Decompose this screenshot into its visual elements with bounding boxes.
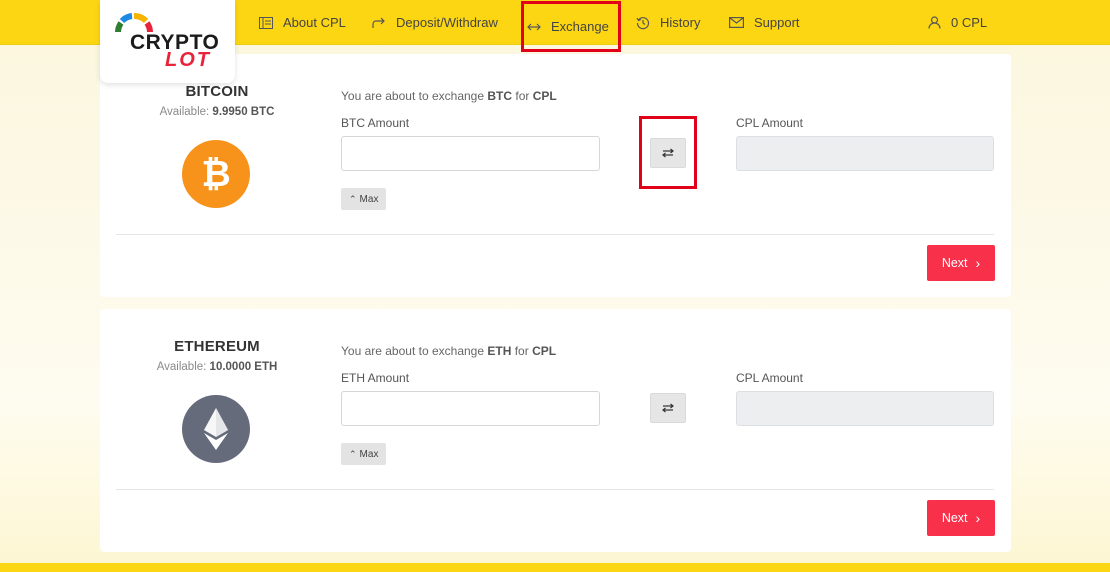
exchange-description: You are about to exchange ETH for CPL [341, 344, 556, 358]
desc-from-code: BTC [487, 89, 513, 103]
card-divider [116, 234, 994, 235]
swap-arrows-icon [662, 148, 674, 158]
logo-text-lot: LOT [165, 49, 211, 71]
desc-prefix: You are about to exchange [341, 89, 485, 103]
desc-from-code: ETH [487, 344, 512, 358]
swap-button[interactable] [650, 138, 686, 168]
max-button[interactable]: ⌃ Max [341, 443, 387, 465]
nav-exchange-label: Exchange [551, 19, 609, 34]
double-chevron-up-icon: ⌃ [349, 193, 357, 204]
svg-text:₿: ₿ [201, 153, 230, 194]
bottom-bar [0, 563, 1110, 572]
desc-mid: for [515, 89, 530, 103]
next-button[interactable]: Next › [927, 500, 995, 536]
exchange-card-eth: ETHEREUM Available: 10.0000 ETH You are … [100, 309, 1011, 552]
available-value: 10.0000 ETH [209, 361, 278, 373]
nav-exchange[interactable]: Exchange [521, 1, 621, 52]
chevron-right-icon: › [975, 510, 981, 526]
redo-arrow-icon [372, 17, 385, 28]
btc-amount-input[interactable] [341, 136, 600, 171]
nav-about-cpl[interactable]: About CPL [259, 0, 346, 45]
available-label: Available: [159, 106, 210, 118]
left-right-arrow-icon [527, 23, 541, 30]
eth-amount-input[interactable] [341, 391, 600, 426]
available-balance: Available: 9.9950 BTC [117, 106, 317, 118]
cpl-amount-input [736, 391, 994, 426]
max-button[interactable]: ⌃ Max [341, 188, 387, 210]
coin-name: BITCOIN [185, 83, 249, 100]
double-chevron-up-icon: ⌃ [349, 448, 357, 459]
desc-prefix: You are about to exchange [341, 344, 485, 358]
nav-history-label: History [660, 15, 701, 30]
swap-arrows-icon [662, 403, 674, 413]
next-button-label: Next [941, 256, 968, 270]
desc-mid: for [514, 344, 529, 358]
envelope-icon [729, 17, 744, 28]
history-icon [636, 16, 650, 29]
available-balance: Available: 10.0000 ETH [117, 361, 317, 373]
nav-support[interactable]: Support [729, 0, 800, 45]
coin-name: ETHEREUM [174, 338, 260, 355]
max-button-label: Max [359, 193, 379, 205]
from-amount-label: ETH Amount [341, 371, 410, 385]
cpl-amount-input [736, 136, 994, 171]
chevron-right-icon: › [975, 255, 981, 271]
nav-deposit-withdraw-label: Deposit/Withdraw [396, 15, 498, 30]
account-balance[interactable]: 0 CPL [928, 0, 987, 45]
nav-about-cpl-label: About CPL [283, 15, 346, 30]
account-balance-label: 0 CPL [951, 15, 988, 30]
nav-deposit-withdraw[interactable]: Deposit/Withdraw [372, 0, 498, 45]
desc-to-code: CPL [532, 89, 557, 103]
max-button-label: Max [359, 448, 379, 460]
user-icon [928, 16, 941, 29]
to-amount-label: CPL Amount [736, 371, 803, 385]
ledger-icon [259, 16, 273, 29]
crypto-lot-logo[interactable]: CRYPTO LOT [100, 0, 235, 83]
swap-button[interactable] [650, 393, 686, 423]
bitcoin-icon: ₿ [182, 140, 250, 208]
from-amount-label: BTC Amount [341, 116, 410, 130]
to-amount-label: CPL Amount [736, 116, 803, 130]
desc-to-code: CPL [532, 344, 557, 358]
next-button[interactable]: Next › [927, 245, 995, 281]
nav-support-label: Support [754, 15, 800, 30]
available-label: Available: [156, 361, 207, 373]
exchange-card-btc: BITCOIN Available: 9.9950 BTC ₿ You are … [100, 54, 1011, 297]
available-value: 9.9950 BTC [212, 106, 275, 118]
nav-history[interactable]: History [636, 0, 700, 45]
next-button-label: Next [941, 511, 968, 525]
exchange-description: You are about to exchange BTC for CPL [341, 89, 557, 103]
card-divider [116, 489, 994, 490]
ethereum-icon [182, 395, 250, 463]
